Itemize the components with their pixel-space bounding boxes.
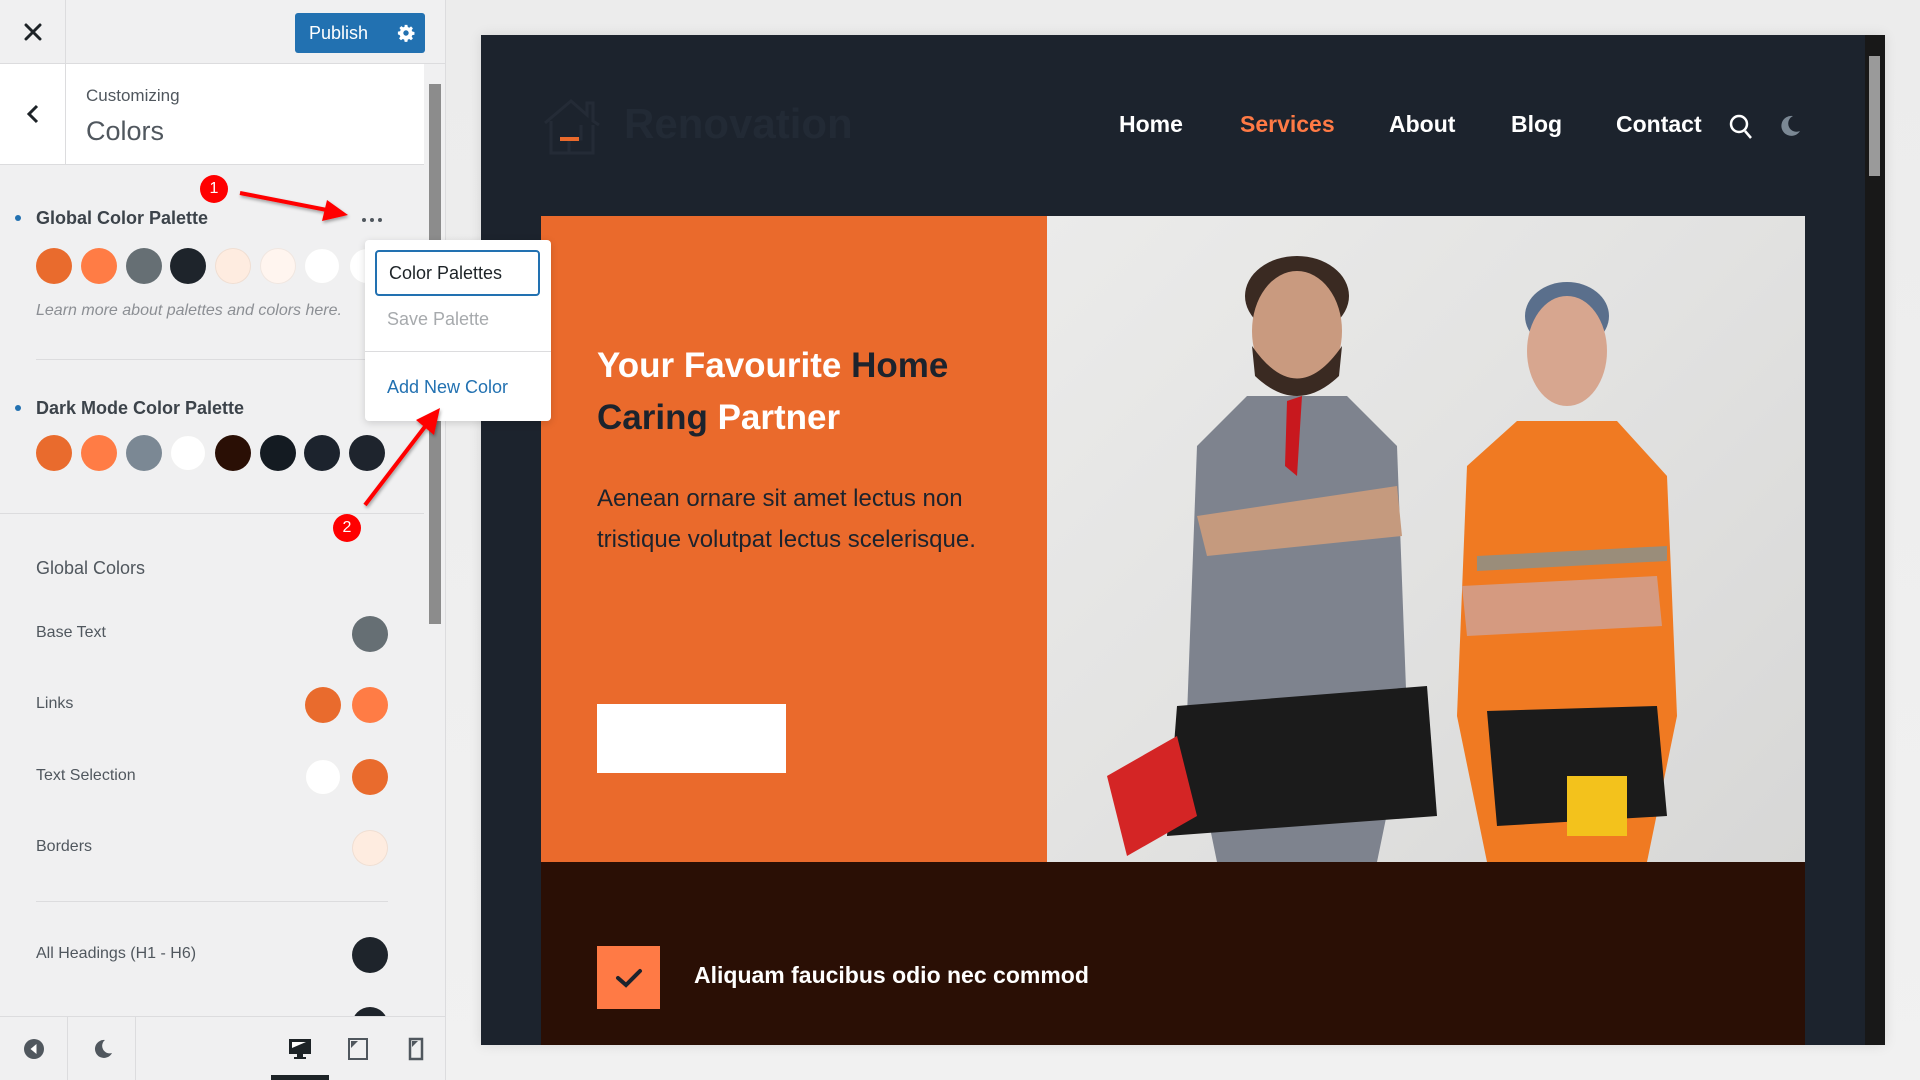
menu-divider bbox=[365, 351, 551, 352]
dark-palette-swatch[interactable] bbox=[36, 435, 72, 471]
site-logo-text[interactable]: Renovation bbox=[624, 100, 853, 148]
nav-item-blog[interactable]: Blog bbox=[1511, 111, 1562, 138]
global-colors-title: Global Colors bbox=[36, 558, 146, 578]
customizer-topbar: Publish bbox=[0, 0, 445, 64]
global-color-label: Text Selection bbox=[36, 767, 136, 784]
global-palette-swatch[interactable] bbox=[170, 248, 206, 284]
hero-title-part: Partner bbox=[707, 398, 841, 437]
house-logo-icon bbox=[544, 99, 600, 155]
site-preview: Renovation Home Services About Blog Contact … bbox=[481, 35, 1885, 1045]
feature-text: Aliquam faucibus odio nec commod bbox=[694, 962, 1089, 988]
global-color-label: Borders bbox=[36, 838, 93, 855]
divider bbox=[36, 359, 388, 360]
global-palette-swatch[interactable] bbox=[260, 248, 296, 284]
customizer-screen: Publish Customizing Colors Global Color … bbox=[0, 0, 1920, 1080]
nav-item-services[interactable]: Services bbox=[1240, 111, 1335, 138]
hero-content: Your Favourite Home Caring Partner Aenea… bbox=[541, 216, 1047, 862]
search-icon[interactable] bbox=[1729, 114, 1753, 140]
global-color-label: All Headings (H1 - H6) bbox=[36, 945, 197, 962]
palette-options-menu: Color Palettes Save Palette Add New Colo… bbox=[365, 240, 551, 421]
menu-item-color-palettes[interactable]: Color Palettes bbox=[375, 250, 540, 296]
palette-options-button[interactable] bbox=[356, 205, 388, 235]
hero-description: Aenean ornare sit amet lectus non tristi… bbox=[597, 485, 976, 553]
preview-tablet-button[interactable] bbox=[330, 1017, 386, 1080]
more-dots-icon-dot bbox=[378, 218, 382, 222]
publish-button[interactable]: Publish bbox=[295, 23, 387, 44]
global-color-swatch[interactable] bbox=[352, 759, 388, 795]
bullet-dot bbox=[15, 405, 21, 411]
divider bbox=[36, 901, 388, 902]
menu-item-add-new-color[interactable]: Add New Color bbox=[375, 364, 540, 410]
preview-desktop-button[interactable] bbox=[271, 1017, 329, 1080]
chevron-left-icon bbox=[26, 104, 38, 124]
close-customizer-button[interactable] bbox=[0, 0, 66, 64]
more-dots-icon bbox=[362, 218, 366, 222]
global-color-swatch[interactable] bbox=[305, 759, 341, 795]
dark-mode-moon-icon[interactable] bbox=[1781, 115, 1801, 137]
global-color-swatch[interactable] bbox=[305, 687, 341, 723]
hero-title: Your Favourite Home Caring Partner bbox=[597, 340, 1017, 444]
bullet-dot bbox=[15, 215, 21, 221]
nav-item-about[interactable]: About bbox=[1389, 111, 1455, 138]
global-color-label: Links bbox=[36, 695, 74, 712]
global-color-swatch[interactable] bbox=[352, 616, 388, 652]
features-band: Aliquam faucibus odio nec commod bbox=[541, 862, 1805, 1045]
nav-item-contact[interactable]: Contact bbox=[1616, 111, 1702, 138]
workers-photo bbox=[1107, 256, 1677, 862]
global-color-label: Base Text bbox=[36, 624, 106, 641]
publish-button-group: Publish bbox=[295, 13, 425, 53]
publish-settings-button[interactable] bbox=[387, 13, 425, 53]
global-palette-title: Global Color Palette bbox=[36, 208, 209, 228]
active-device-indicator bbox=[271, 1075, 329, 1080]
global-color-swatch[interactable] bbox=[352, 830, 388, 866]
global-palette-swatch[interactable] bbox=[215, 248, 251, 284]
dark-palette-title: Dark Mode Color Palette bbox=[36, 398, 245, 418]
gear-icon bbox=[397, 24, 415, 42]
customizer-footer bbox=[0, 1016, 445, 1080]
hero-image-workers bbox=[1047, 216, 1805, 862]
close-icon bbox=[24, 23, 41, 41]
more-dots-icon-dot bbox=[370, 218, 374, 222]
customizing-label: Customizing bbox=[86, 86, 180, 105]
nav-item-home[interactable]: Home bbox=[1119, 111, 1183, 138]
global-palette-swatch[interactable] bbox=[36, 248, 72, 284]
divider bbox=[135, 1017, 136, 1080]
menu-item-save-palette[interactable]: Save Palette bbox=[375, 296, 540, 342]
dark-mode-toggle[interactable] bbox=[68, 1017, 135, 1080]
dark-palette-swatch[interactable] bbox=[260, 435, 296, 471]
preview-scrollbar[interactable] bbox=[1869, 56, 1880, 176]
divider bbox=[0, 513, 424, 514]
preview-mobile-button[interactable] bbox=[388, 1017, 444, 1080]
hide-controls-button[interactable] bbox=[0, 1017, 67, 1080]
tablet-icon bbox=[348, 1038, 368, 1060]
desktop-icon bbox=[289, 1039, 311, 1059]
preview-scrollbar-track bbox=[1865, 35, 1885, 1045]
hero-cta-button[interactable] bbox=[597, 704, 786, 773]
dark-palette-swatch[interactable] bbox=[304, 435, 340, 471]
dark-palette-swatch[interactable] bbox=[349, 435, 385, 471]
customizer-sidebar: Publish Customizing Colors Global Color … bbox=[0, 0, 446, 1080]
dark-palette-swatch[interactable] bbox=[126, 435, 162, 471]
global-palette-swatch[interactable] bbox=[81, 248, 117, 284]
back-button[interactable] bbox=[0, 64, 66, 164]
moon-icon bbox=[94, 1039, 112, 1058]
checkmark-icon bbox=[615, 968, 642, 988]
dark-palette-swatch[interactable] bbox=[170, 435, 206, 471]
section-header: Customizing Colors bbox=[0, 64, 424, 165]
annotation-badge-1: 1 bbox=[200, 175, 228, 203]
annotation-badge-2: 2 bbox=[333, 514, 361, 542]
collapse-sidebar-icon bbox=[23, 1039, 44, 1059]
hero-title-part: Your Favourite bbox=[597, 346, 852, 385]
global-palette-swatch[interactable] bbox=[304, 248, 340, 284]
global-color-swatch[interactable] bbox=[352, 687, 388, 723]
dark-palette-swatch[interactable] bbox=[81, 435, 117, 471]
palette-help-link[interactable]: Learn more about palettes and colors her… bbox=[36, 302, 342, 320]
feature-check-badge bbox=[597, 946, 660, 1009]
dark-palette-swatch[interactable] bbox=[215, 435, 251, 471]
section-title: Colors bbox=[86, 116, 165, 146]
global-color-swatch[interactable] bbox=[352, 937, 388, 973]
global-palette-swatch[interactable] bbox=[126, 248, 162, 284]
mobile-icon bbox=[408, 1037, 424, 1061]
